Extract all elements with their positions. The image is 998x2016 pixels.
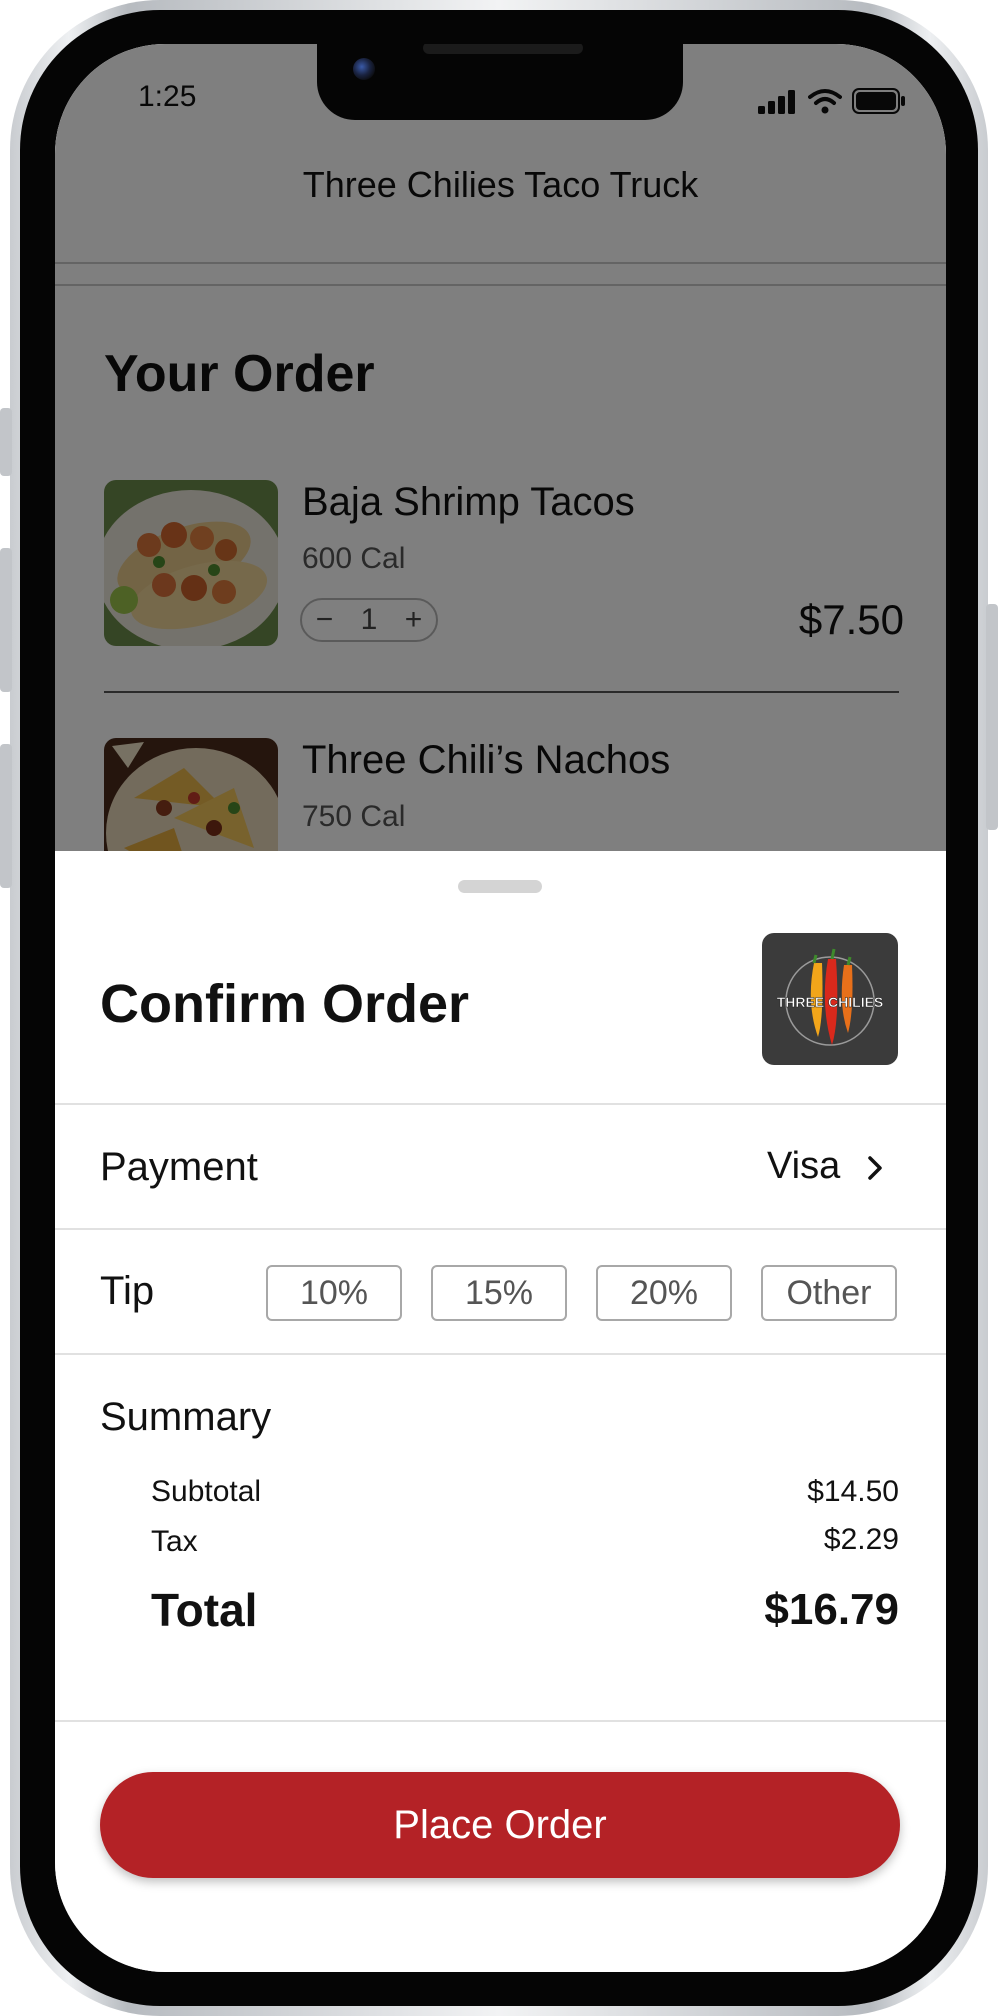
- confirm-order-sheet: Confirm Order THREE CHILIES Payment Visa: [55, 851, 946, 1972]
- tip-20-button[interactable]: 20%: [596, 1265, 732, 1321]
- divider: [55, 1228, 946, 1230]
- grabber-handle[interactable]: [458, 880, 542, 893]
- volume-up-button: [0, 548, 12, 692]
- divider: [55, 1720, 946, 1722]
- front-camera: [353, 58, 375, 80]
- tip-10-button[interactable]: 10%: [266, 1265, 402, 1321]
- payment-value[interactable]: Visa: [767, 1145, 840, 1188]
- total-value: $16.79: [764, 1585, 899, 1634]
- power-button: [986, 604, 998, 830]
- chevron-right-icon[interactable]: [865, 1153, 885, 1183]
- tip-label: Tip: [100, 1269, 155, 1313]
- notch: [317, 44, 683, 120]
- subtotal-label: Subtotal: [151, 1475, 262, 1508]
- total-label: Total: [151, 1584, 258, 1636]
- tax-value: $2.29: [823, 1523, 899, 1556]
- tax-label: Tax: [151, 1525, 198, 1558]
- divider: [55, 1103, 946, 1105]
- side-button: [0, 408, 12, 476]
- sheet-title: Confirm Order: [100, 974, 470, 1034]
- tip-15-button[interactable]: 15%: [431, 1265, 567, 1321]
- divider: [55, 1353, 946, 1355]
- payment-label: Payment: [100, 1145, 258, 1189]
- logo-text: THREE CHILIES: [777, 994, 884, 1010]
- chili-logo: THREE CHILIES: [762, 933, 898, 1065]
- tip-other-button[interactable]: Other: [761, 1265, 897, 1321]
- volume-down-button: [0, 744, 12, 888]
- speaker-grille: [423, 44, 583, 54]
- place-order-button[interactable]: Place Order: [100, 1772, 900, 1878]
- summary-label: Summary: [100, 1395, 272, 1439]
- screen: 1:25 Three Chilies Taco Truck Your Order: [55, 44, 946, 1972]
- subtotal-value: $14.50: [807, 1475, 899, 1508]
